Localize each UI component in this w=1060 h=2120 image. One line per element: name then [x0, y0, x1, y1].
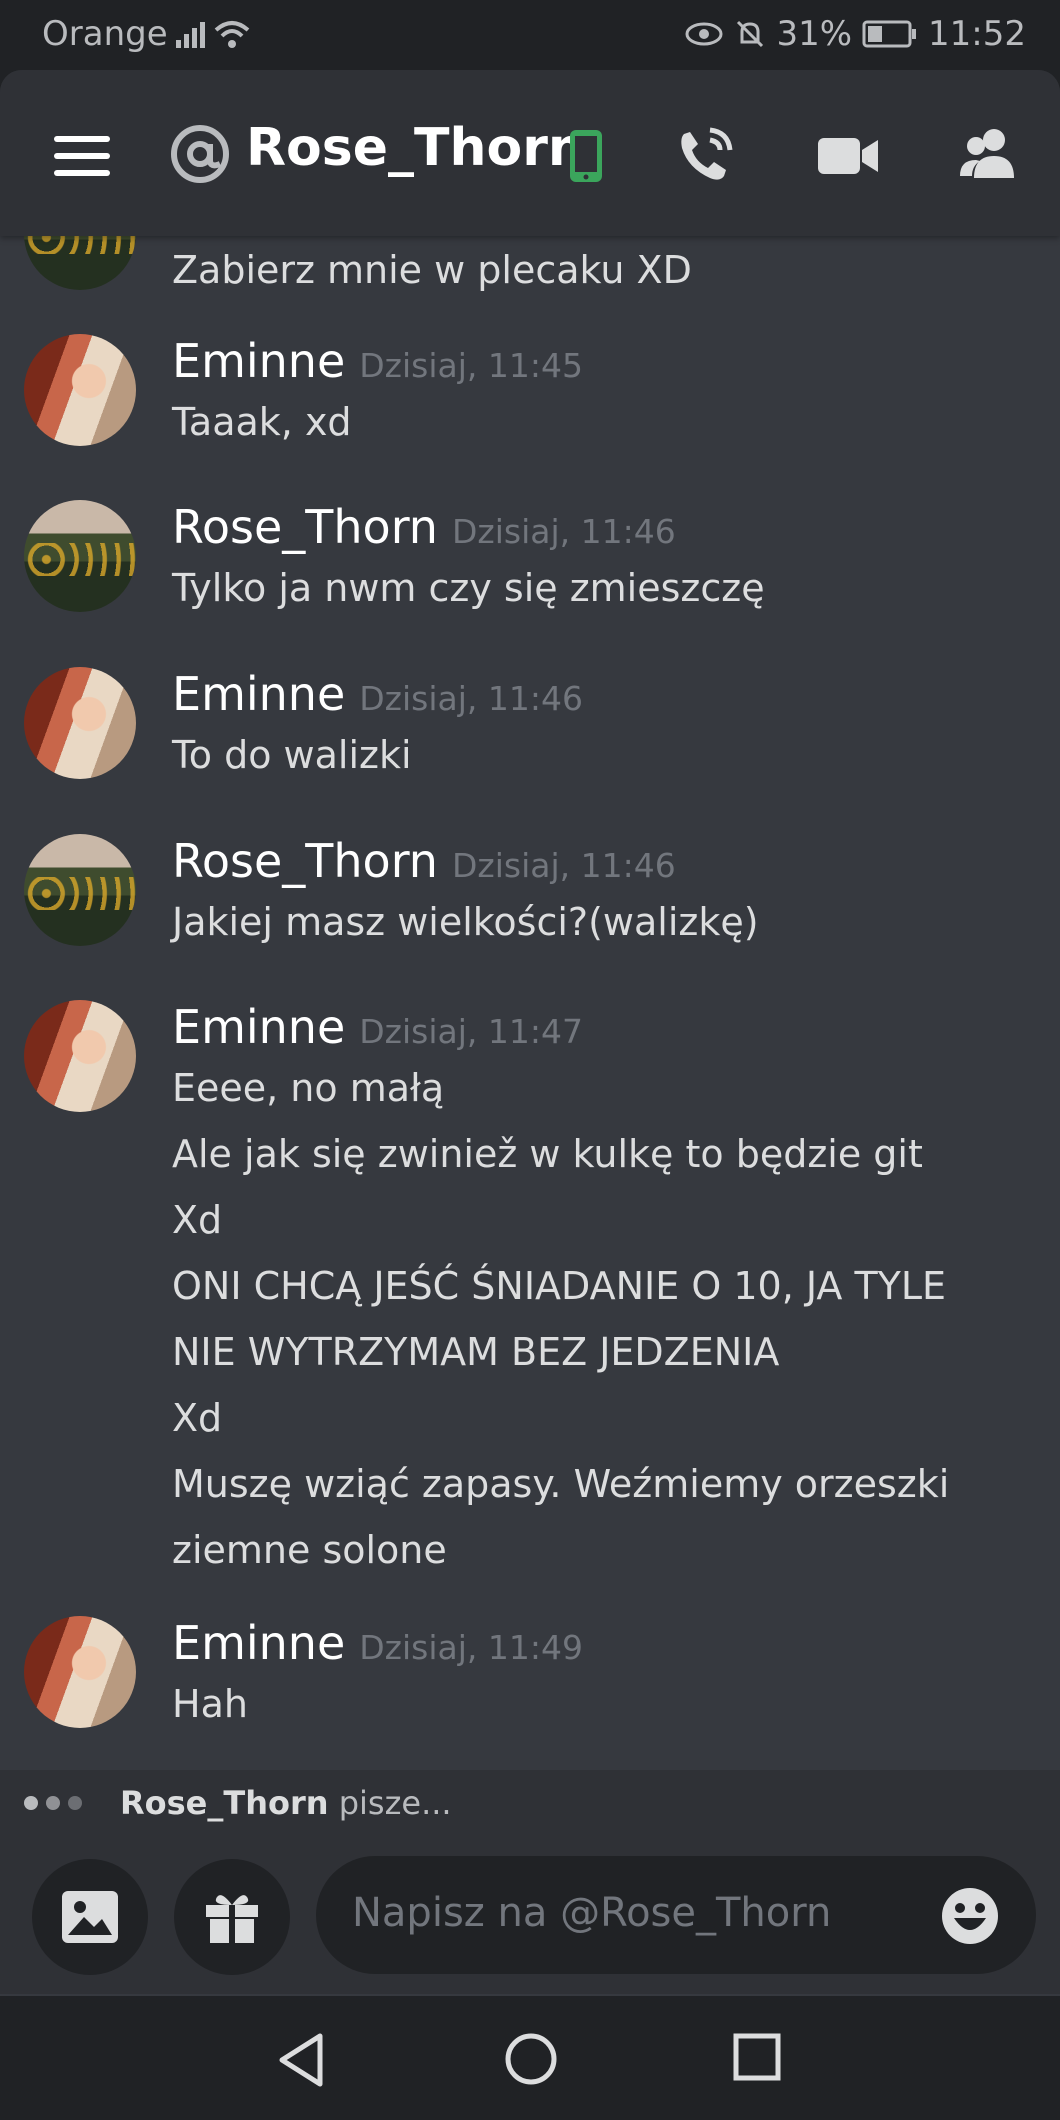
- avatar[interactable]: [24, 1000, 136, 1112]
- channel-header: Rose_Thorn: [0, 70, 1060, 236]
- status-right: 31% 11:52: [684, 14, 1026, 54]
- video-call-icon[interactable]: [812, 120, 882, 190]
- message-time: Dzisiaj, 11:46: [451, 512, 676, 551]
- voice-call-icon[interactable]: [670, 120, 740, 190]
- mute-bell-icon: [737, 20, 764, 48]
- typing-text: Rose_Thorn pisze...: [120, 1784, 452, 1822]
- message-text: Xd: [172, 1198, 223, 1242]
- message-list[interactable]: Zabierz mnie w plecaku XD Eminne Dzisiaj,…: [0, 236, 1060, 1836]
- avatar[interactable]: [24, 667, 136, 779]
- message-author[interactable]: Rose_Thorn: [172, 500, 438, 554]
- members-icon[interactable]: [954, 120, 1024, 190]
- channel-title: Rose_Thorn: [246, 118, 585, 178]
- system-navigation-bar: [0, 1996, 1060, 2120]
- message-text: Eeee, no małą: [172, 1066, 445, 1110]
- avatar[interactable]: [24, 334, 136, 446]
- typing-suffix: pisze...: [328, 1784, 452, 1822]
- gift-icon: [206, 1895, 258, 1943]
- message-header: Eminne Dzisiaj, 11:47: [172, 1000, 583, 1054]
- message-text: ONI CHCĄ JEŚĆ ŚNIADANIE O 10, JA TYLE: [172, 1264, 947, 1308]
- avatar[interactable]: [24, 236, 136, 290]
- back-icon[interactable]: [276, 2032, 326, 2088]
- message-text: Zabierz mnie w plecaku XD: [172, 248, 692, 292]
- home-icon[interactable]: [504, 2032, 558, 2086]
- message-header: Rose_Thorn Dzisiaj, 11:46: [172, 834, 676, 888]
- image-icon: [62, 1891, 118, 1943]
- battery-percent: 31%: [776, 14, 853, 54]
- avatar[interactable]: [24, 1616, 136, 1728]
- message-author[interactable]: Eminne: [172, 1000, 345, 1054]
- message-header: Eminne Dzisiaj, 11:49: [172, 1616, 583, 1670]
- message-text: Hah: [172, 1682, 248, 1726]
- message-header: Eminne Dzisiaj, 11:45: [172, 334, 583, 388]
- message-text: Ale jak się zwiniež w kulkę to będzie gi…: [172, 1132, 923, 1176]
- gift-button[interactable]: [174, 1859, 290, 1975]
- message-time: Dzisiaj, 11:45: [359, 346, 583, 385]
- battery-icon: [862, 20, 917, 48]
- message-text: Xd: [172, 1396, 223, 1440]
- message-time: Dzisiaj, 11:46: [359, 679, 583, 718]
- at-icon: [171, 125, 229, 183]
- recents-icon[interactable]: [732, 2032, 782, 2082]
- avatar[interactable]: [24, 834, 136, 946]
- typing-dots-icon: [24, 1796, 82, 1810]
- message-time: Dzisiaj, 11:46: [451, 846, 676, 885]
- eye-icon: [685, 22, 723, 46]
- message-text: Tylko ja nwm czy się zmieszczę: [172, 566, 765, 610]
- message-author[interactable]: Rose_Thorn: [172, 834, 438, 888]
- message-input[interactable]: Napisz na @Rose_Thorn: [316, 1856, 1036, 1974]
- mobile-phone-icon: [570, 130, 602, 182]
- app-window: Rose_Thorn Zabierz mnie w plecaku XD Emi…: [0, 70, 1060, 2120]
- attach-image-button[interactable]: [32, 1859, 148, 1975]
- avatar[interactable]: [24, 500, 136, 612]
- message-text: Jakiej masz wielkości?(walizkę): [172, 900, 759, 944]
- status-bar: Orange 31% 11:52: [0, 0, 1060, 72]
- message-author[interactable]: Eminne: [172, 334, 345, 388]
- message-author[interactable]: Eminne: [172, 1616, 345, 1670]
- message-time: Dzisiaj, 11:49: [359, 1628, 583, 1667]
- signal-wifi-icon: [176, 21, 250, 48]
- clock: 11:52: [928, 14, 1026, 54]
- message-text: ziemne solone: [172, 1528, 447, 1572]
- message-text: To do walizki: [172, 733, 412, 777]
- message-text: Taaak, xd: [172, 400, 352, 444]
- typing-indicator: Rose_Thorn pisze...: [0, 1770, 1060, 1834]
- menu-icon[interactable]: [54, 136, 110, 176]
- message-time: Dzisiaj, 11:47: [359, 1012, 583, 1051]
- typing-user: Rose_Thorn: [120, 1784, 329, 1822]
- message-text: Muszę wziąć zapasy. Weźmiemy orzeszki: [172, 1462, 950, 1506]
- message-text: NIE WYTRZYMAM BEZ JEDZENIA: [172, 1330, 780, 1374]
- emoji-icon[interactable]: [940, 1886, 1000, 1946]
- message-input-placeholder: Napisz na @Rose_Thorn: [352, 1890, 832, 1936]
- message-header: Rose_Thorn Dzisiaj, 11:46: [172, 500, 676, 554]
- message-author[interactable]: Eminne: [172, 667, 345, 721]
- carrier-name: Orange: [42, 14, 168, 54]
- message-header: Eminne Dzisiaj, 11:46: [172, 667, 583, 721]
- message-composer: Napisz na @Rose_Thorn: [0, 1834, 1060, 1994]
